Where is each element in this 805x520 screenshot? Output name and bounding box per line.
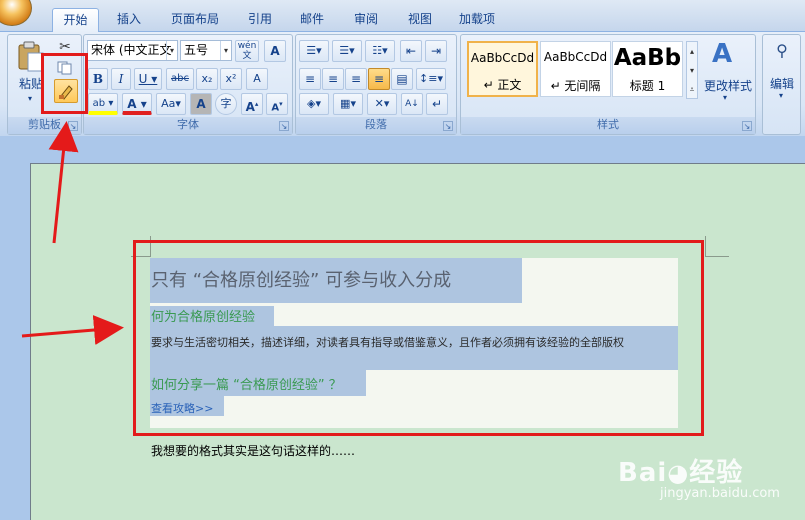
watermark-url: jingyan.baidu.com (660, 486, 780, 501)
annotation-arrow-right (21, 315, 124, 345)
annotation-arrow-up (48, 121, 79, 244)
watermark-logo: Bai◕经验 (618, 458, 744, 488)
annotation-arrows (21, 121, 124, 345)
